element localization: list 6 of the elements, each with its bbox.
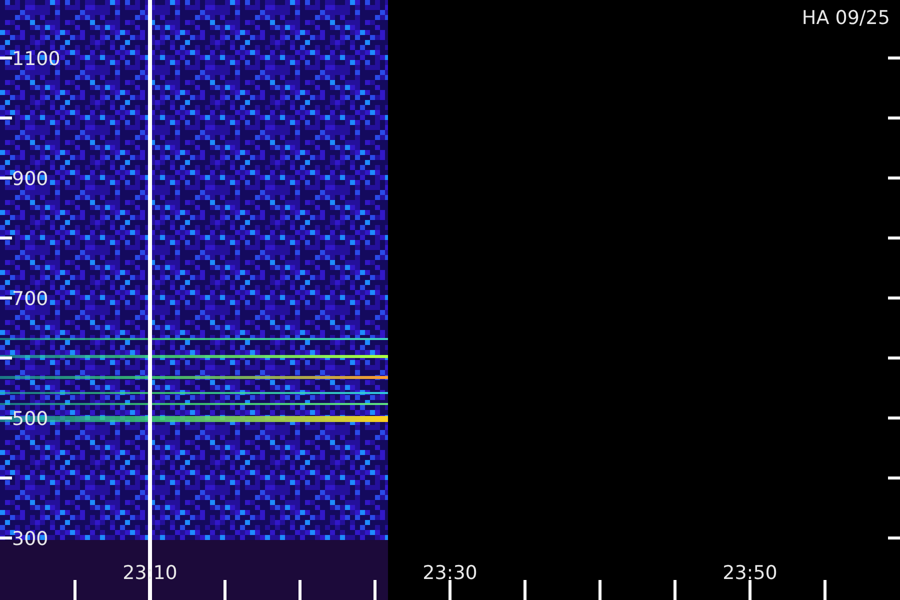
y-axis-label: 900	[12, 168, 48, 190]
x-axis-label: 23:30	[422, 562, 478, 584]
plot-title: HA 09/25	[802, 7, 890, 29]
y-axis-label: 700	[12, 288, 48, 310]
x-axis-label: 23:50	[722, 562, 778, 584]
y-axis-label: 300	[12, 528, 48, 550]
